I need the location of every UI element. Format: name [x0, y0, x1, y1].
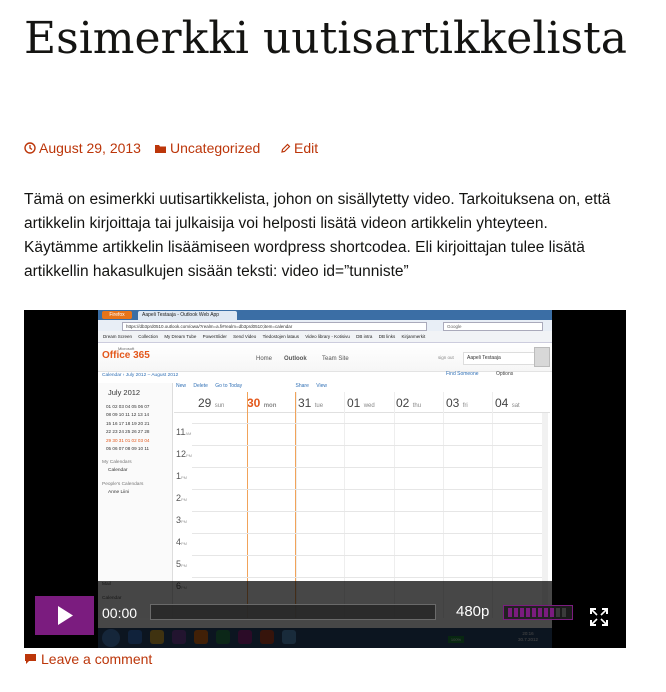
browser-search-field: Google — [443, 322, 543, 331]
options-menu: Options — [496, 371, 514, 377]
bookmark: Tiedostojen lataus — [262, 334, 299, 339]
hour-label: 4PM — [176, 537, 188, 547]
bookmark: DB intra — [356, 334, 373, 339]
quality-selector[interactable]: 480p — [456, 603, 489, 620]
edit-link[interactable]: Edit — [280, 140, 318, 156]
play-icon — [58, 606, 73, 625]
office365-logo: Microsoft Office 365 — [102, 346, 150, 361]
sign-out: sign out — [438, 355, 454, 360]
volume-bar — [550, 608, 554, 617]
user-name: Aapeli Testaaja — [463, 352, 536, 365]
volume-bar — [556, 608, 560, 617]
calendar-item: Calendar — [108, 468, 128, 473]
nav-home: Home — [256, 356, 273, 362]
minical-row: 29 30 31 01 02 03 04 — [106, 437, 150, 443]
edit-text: Edit — [294, 140, 319, 156]
day-header: 01 wed — [347, 396, 375, 410]
day-headers: 29 sun 30 mon 31 tue 01 wed 02 thu 03 fr… — [174, 392, 550, 413]
toolbar-new: New — [176, 383, 187, 389]
calendar-toolbar: New Delete Go to Today Share View — [176, 383, 333, 389]
entry-meta: August 29, 2013 Uncategorized Edit — [24, 140, 644, 158]
volume-bar — [514, 608, 518, 617]
play-button[interactable] — [35, 596, 94, 635]
hour-label: 12PM — [176, 449, 193, 459]
bookmark: PowerSlider — [202, 334, 227, 339]
volume-bar — [526, 608, 530, 617]
avatar — [534, 347, 550, 367]
bookmark: DB links — [378, 334, 396, 339]
hour-label: 3PM — [176, 515, 188, 525]
article-title: Esimerkki uutisartikkelista — [24, 13, 627, 64]
bookmark: My Dream Tube — [164, 334, 197, 339]
toolbar-go-to-today: Go to Today — [215, 383, 243, 389]
pencil-icon — [281, 143, 291, 153]
folder-icon — [155, 144, 166, 153]
day-header: 31 tue — [298, 396, 324, 410]
find-someone: Find Someone — [446, 371, 479, 377]
hour-label: 2PM — [176, 493, 188, 503]
category-link[interactable]: Uncategorized — [154, 140, 260, 156]
volume-bar — [508, 608, 512, 617]
article-body: Tämä on esimerkki uutisartikkelista, joh… — [24, 191, 611, 280]
date-text: August 29, 2013 — [39, 140, 141, 156]
minical-title: July 2012 — [108, 388, 141, 397]
category-text: Uncategorized — [170, 140, 261, 156]
peoples-calendars-heading: People's Calendars — [102, 482, 144, 487]
clock-icon — [24, 142, 36, 154]
bookmark: Video library - Kotisivu — [305, 334, 350, 339]
bookmark: Collection — [138, 334, 159, 339]
logo-text: Office 365 — [102, 350, 150, 361]
url-field: https://db3prd0510.outlook.com/owa/?real… — [122, 322, 427, 331]
toolbar-delete: Delete — [193, 383, 208, 389]
date-link[interactable]: August 29, 2013 — [24, 140, 141, 156]
minical-grid: 01 02 03 04 05 06 07 08 09 10 11 12 13 1… — [106, 403, 168, 453]
video-player[interactable]: Firefox Aapeli Testaaja - Outlook Web Ap… — [24, 310, 626, 648]
player-controls: 00:00 480p — [24, 581, 626, 648]
fullscreen-icon — [590, 608, 608, 626]
volume-slider[interactable] — [503, 605, 573, 620]
bookmark: Send Video — [233, 334, 257, 339]
browser-urlbar: https://db3prd0510.outlook.com/owa/?real… — [98, 320, 552, 331]
volume-bar — [544, 608, 548, 617]
breadcrumb: Calendar › July 2012 – August 2012 — [102, 373, 179, 378]
fullscreen-button[interactable] — [587, 605, 611, 629]
leave-comment-link[interactable]: Leave a comment — [24, 651, 152, 667]
minical-row: 05 06 07 08 09 10 11 — [106, 446, 150, 452]
day-header: 03 fri — [446, 396, 468, 410]
comment-icon — [25, 654, 36, 664]
minical-row: 15 16 17 18 19 20 21 — [106, 420, 150, 426]
day-header: 04 sat — [495, 396, 520, 410]
volume-bar — [562, 608, 566, 617]
toolbar-view: View — [316, 383, 327, 389]
volume-bar — [532, 608, 536, 617]
browser-tab: Aapeli Testaaja - Outlook Web App — [138, 311, 237, 320]
hour-label: 1PM — [176, 471, 188, 481]
volume-bar — [520, 608, 524, 617]
bookmark: Dream Screen — [103, 334, 133, 339]
comment-text: Leave a comment — [41, 651, 153, 667]
my-calendars-heading: My Calendars — [102, 460, 132, 465]
minical-row: 22 23 24 25 26 27 28 — [106, 429, 150, 435]
bookmarks-bar: Dream Screen Collection My Dream Tube Po… — [98, 331, 552, 343]
hour-label: 5PM — [176, 559, 188, 569]
minical-row: 08 09 10 11 12 13 14 — [106, 412, 150, 418]
nav-team-site: Team Site — [322, 356, 349, 362]
hour-label: 11AM — [176, 427, 192, 437]
progress-bar[interactable] — [150, 604, 436, 620]
current-time: 00:00 — [102, 605, 138, 621]
browser-titlebar: Firefox Aapeli Testaaja - Outlook Web Ap… — [98, 310, 552, 320]
toolbar-share: Share — [295, 383, 309, 389]
anne-calendar-item: Anne Liini — [108, 490, 130, 495]
o365-header: Microsoft Office 365 Home Outlook Team S… — [98, 343, 552, 372]
day-header: 02 thu — [396, 396, 422, 410]
firefox-button: Firefox — [102, 311, 132, 319]
minical-row: 01 02 03 04 05 06 07 — [106, 404, 150, 409]
volume-bar — [538, 608, 542, 617]
bookmark: Kirjanmerkit — [401, 334, 426, 339]
nav-outlook: Outlook — [284, 356, 307, 362]
logo-prefix: Microsoft — [118, 346, 135, 351]
day-header: 29 sun — [198, 396, 225, 410]
